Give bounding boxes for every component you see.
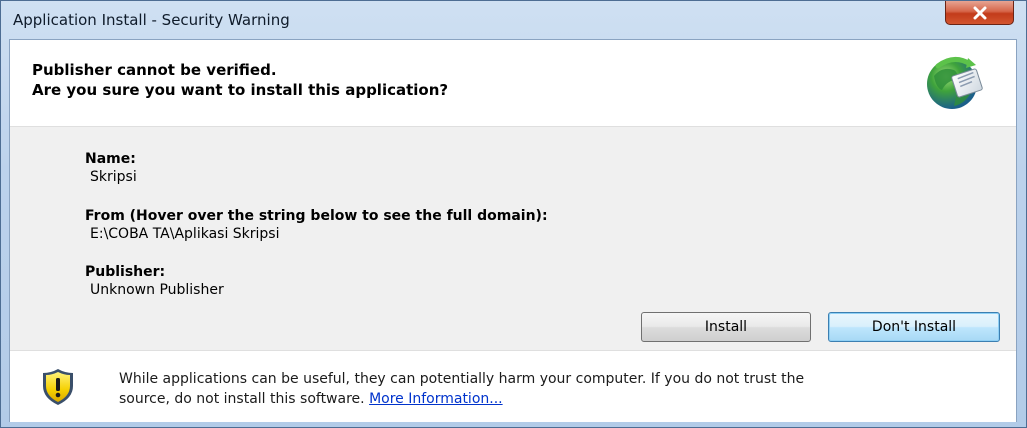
from-value[interactable]: E:\COBA TA\Aplikasi Skripsi — [90, 226, 280, 242]
close-icon — [972, 6, 988, 20]
warning-text-line2: source, do not install this software. — [119, 391, 365, 407]
close-button[interactable] — [945, 1, 1014, 25]
header-panel: Publisher cannot be verified. Are you su… — [10, 40, 1016, 127]
warning-message: While applications can be useful, they c… — [119, 369, 999, 409]
warning-text-line1: While applications can be useful, they c… — [119, 371, 805, 387]
dont-install-button[interactable]: Don't Install — [828, 312, 1000, 342]
header-question: Are you sure you want to install this ap… — [32, 81, 449, 99]
name-value: Skripsi — [90, 169, 137, 185]
publisher-label: Publisher: — [85, 264, 166, 280]
window-title: Application Install - Security Warning — [13, 11, 290, 29]
name-label: Name: — [85, 151, 136, 167]
title-bar[interactable]: Application Install - Security Warning — [1, 1, 1026, 39]
warning-shield-icon — [41, 368, 75, 406]
dialog-window: Application Install - Security Warning P… — [0, 0, 1027, 428]
install-button[interactable]: Install — [641, 312, 811, 342]
publisher-value: Unknown Publisher — [90, 282, 224, 298]
from-label: From (Hover over the string below to see… — [85, 208, 548, 224]
dialog-client-area: Publisher cannot be verified. Are you su… — [9, 39, 1017, 422]
clickonce-globe-icon — [924, 52, 984, 112]
warning-footer: While applications can be useful, they c… — [10, 350, 1016, 422]
more-information-link[interactable]: More Information... — [369, 391, 503, 407]
header-title: Publisher cannot be verified. — [32, 61, 277, 79]
